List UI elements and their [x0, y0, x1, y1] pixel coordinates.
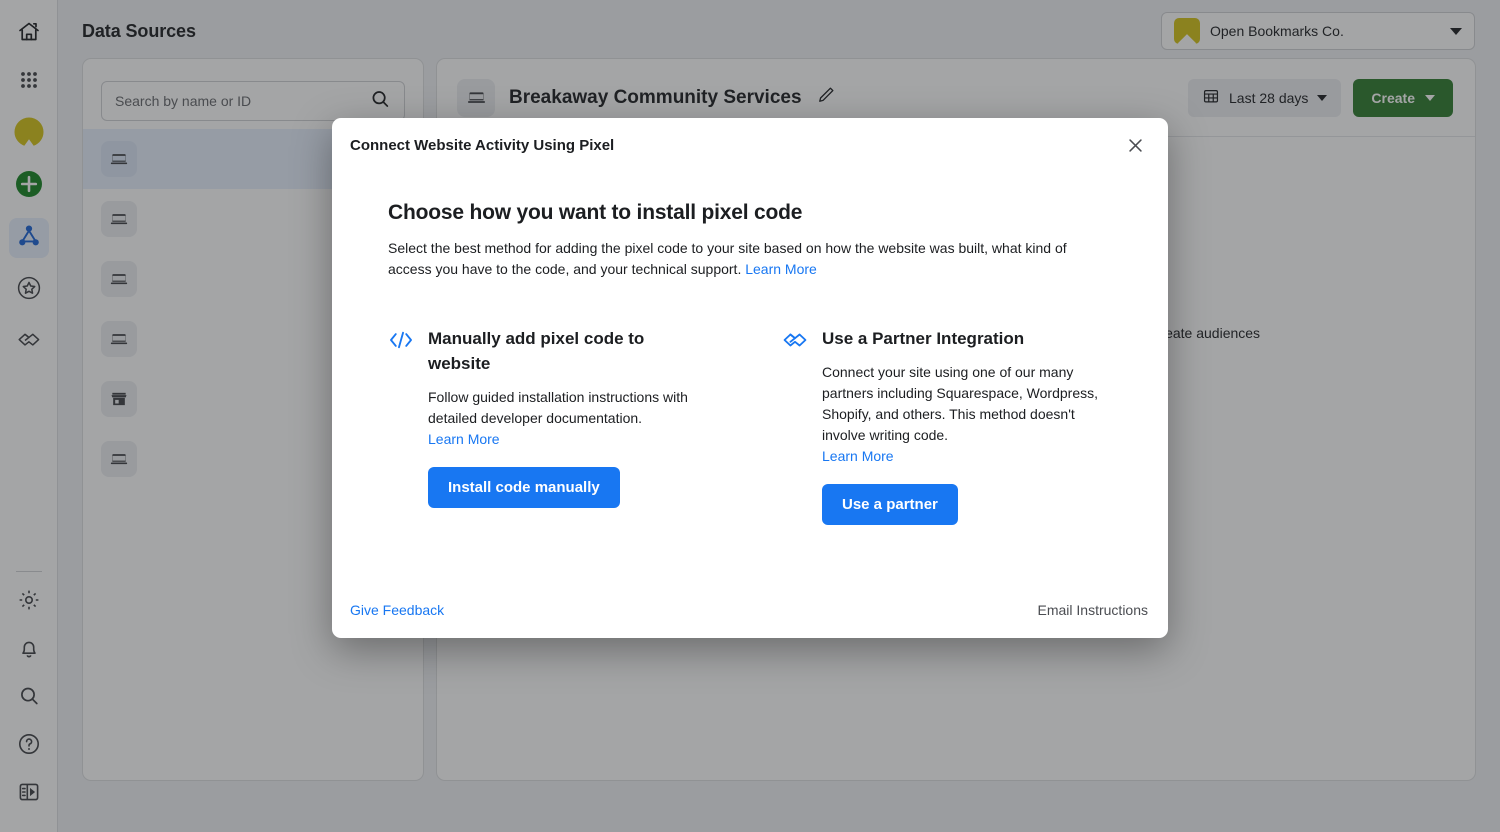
install-options: Manually add pixel code to website Follo… [388, 326, 1122, 525]
option-learn-more-link[interactable]: Learn More [428, 431, 500, 447]
close-icon[interactable] [1120, 130, 1150, 160]
modal-subtext: Select the best method for adding the pi… [388, 240, 1067, 277]
handshake-icon [782, 326, 808, 525]
modal-header: Connect Website Activity Using Pixel [332, 118, 1168, 172]
option-description-block: Connect your site using one of our many … [822, 362, 1112, 467]
option-learn-more-link[interactable]: Learn More [822, 448, 894, 464]
subtext-learn-more-link[interactable]: Learn More [745, 261, 817, 277]
install-code-manually-button[interactable]: Install code manually [428, 467, 620, 508]
modal-title: Connect Website Activity Using Pixel [350, 136, 615, 154]
use-a-partner-button[interactable]: Use a partner [822, 484, 958, 525]
option-title: Use a Partner Integration [822, 329, 1025, 348]
option-title: Manually add pixel code to website [428, 329, 645, 373]
modal-body: Choose how you want to install pixel cod… [332, 172, 1168, 582]
modal-heading: Choose how you want to install pixel cod… [388, 201, 803, 224]
option-description: Connect your site using one of our many … [822, 364, 1099, 443]
option-description: Follow guided installation instructions … [428, 389, 688, 426]
connect-pixel-modal: Connect Website Activity Using Pixel Cho… [332, 118, 1168, 638]
give-feedback-link[interactable]: Give Feedback [350, 602, 444, 618]
app-root: Data Sources Open Bookmarks Co. Search b… [0, 0, 1500, 832]
option-partner-integration: Use a Partner Integration Connect your s… [782, 326, 1112, 525]
email-instructions-button[interactable]: Email Instructions [1038, 602, 1148, 618]
modal-subtext-block: Select the best method for adding the pi… [388, 238, 1100, 280]
option-manual-install: Manually add pixel code to website Follo… [388, 326, 704, 525]
code-brackets-icon [388, 326, 414, 525]
option-description-block: Follow guided installation instructions … [428, 387, 704, 450]
modal-footer: Give Feedback Email Instructions [332, 582, 1168, 638]
